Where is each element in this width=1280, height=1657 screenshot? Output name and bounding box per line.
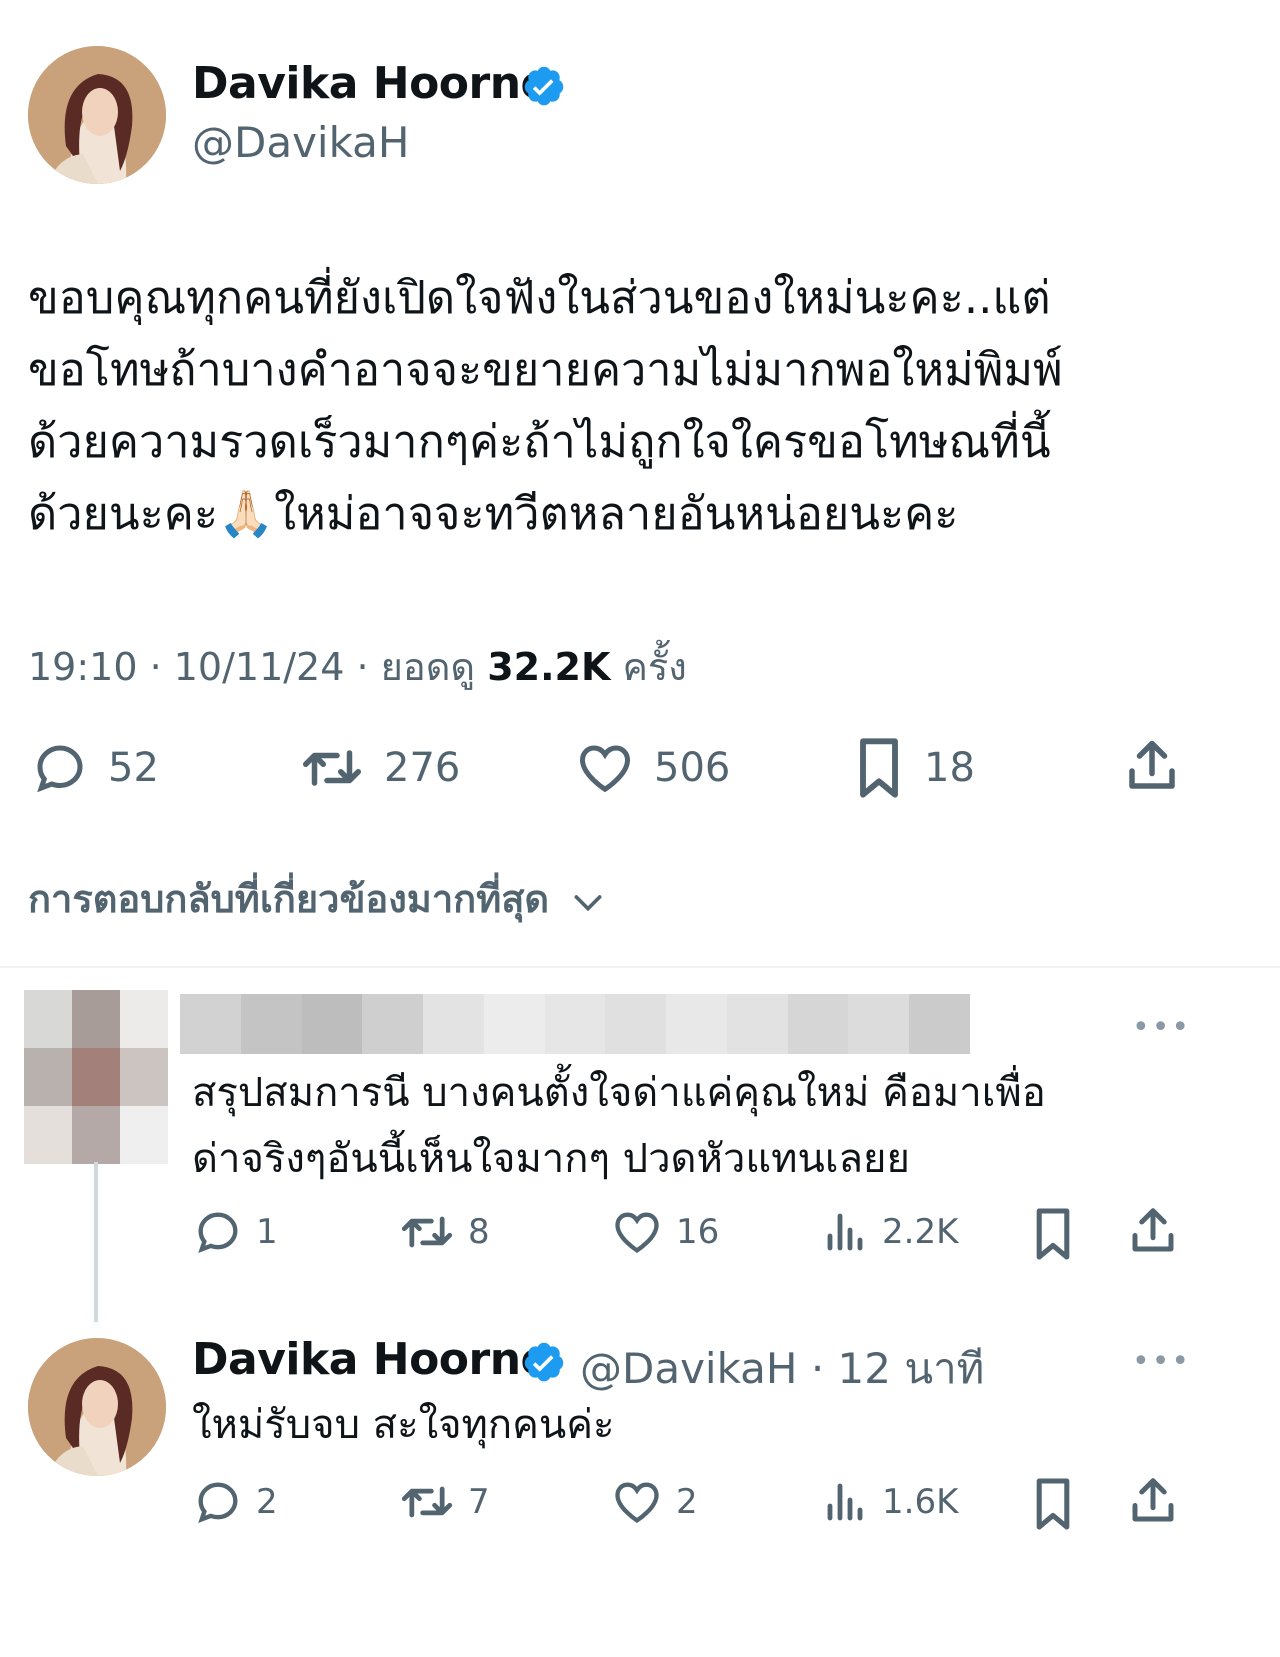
retweet-count: 8 <box>468 1212 490 1252</box>
analytics-icon <box>827 1483 863 1521</box>
more-options-icon[interactable]: ••• <box>1132 1010 1191 1045</box>
reply-sort-dropdown[interactable]: การตอบกลับที่เกี่ยวข้องมากที่สุด <box>28 868 608 929</box>
reply-count: 1 <box>256 1212 278 1252</box>
heart-icon <box>579 745 631 793</box>
bookmark-button[interactable] <box>1030 1476 1076 1532</box>
chevron-down-icon <box>574 894 602 911</box>
reply-text-line: สรุปสมการนี บางคนตั้งใจด่าแค่คุณใหม่ คือ… <box>192 1070 1046 1116</box>
reply-count: 2 <box>256 1482 278 1522</box>
reply-handle-time[interactable]: @DavikaH · 12 นาที <box>580 1336 984 1402</box>
divider <box>0 966 1280 968</box>
bookmark-button[interactable]: 18 <box>852 736 975 800</box>
like-button[interactable]: 506 <box>574 738 730 798</box>
author-handle[interactable]: @DavikaH <box>192 118 410 167</box>
like-count: 16 <box>676 1212 720 1252</box>
bookmark-icon <box>1036 1478 1070 1530</box>
author-avatar[interactable] <box>28 46 166 184</box>
reply-icon <box>37 745 83 793</box>
reply-text-line: ด่าจริงๆอันนี้เห็นใจมากๆ ปวดหัวแทนเลยย <box>192 1136 910 1182</box>
share-icon <box>1132 1478 1174 1522</box>
like-count: 506 <box>654 745 731 791</box>
share-button[interactable] <box>1126 1204 1180 1258</box>
retweet-button[interactable]: 276 <box>298 738 460 798</box>
verified-badge-icon <box>522 64 566 112</box>
heart-icon <box>615 1482 659 1523</box>
retweet-count: 7 <box>468 1482 490 1522</box>
share-icon <box>1132 1208 1174 1252</box>
reply-button[interactable]: 2 <box>192 1476 278 1528</box>
share-icon <box>1129 740 1175 789</box>
retweet-button[interactable]: 7 <box>398 1476 490 1528</box>
view-count: 32.2K <box>487 645 611 689</box>
views-button[interactable]: 2.2K <box>822 1206 958 1258</box>
views-button[interactable]: 1.6K <box>822 1476 958 1528</box>
verified-badge-icon <box>522 1340 566 1388</box>
retweet-icon <box>401 1216 453 1248</box>
reply-sort-label: การตอบกลับที่เกี่ยวข้องมากที่สุด <box>28 877 550 921</box>
like-count: 2 <box>676 1482 698 1522</box>
reply-author-pixelated[interactable] <box>180 994 970 1054</box>
more-options-icon[interactable]: ••• <box>1132 1344 1191 1379</box>
reply-button[interactable]: 1 <box>192 1206 278 1258</box>
tweet-text-line: ด้วยความรวดเร็วมากๆค่ะถ้าไม่ถูกใจใครขอโท… <box>28 415 1051 468</box>
share-button[interactable] <box>1126 1474 1180 1528</box>
view-suffix: ครั้ง <box>610 645 687 689</box>
tweet-text: ขอบคุณทุกคนที่ยังเปิดใจฟังในส่วนของใหม่น… <box>28 262 1258 550</box>
like-button[interactable]: 2 <box>610 1476 698 1528</box>
retweet-icon <box>401 1486 453 1518</box>
bookmark-icon <box>860 738 898 798</box>
tweet-text-line: ขอบคุณทุกคนที่ยังเปิดใจฟังในส่วนของใหม่น… <box>28 271 1051 324</box>
reply-icon <box>198 1482 238 1523</box>
retweet-button[interactable]: 8 <box>398 1206 490 1258</box>
share-button[interactable] <box>1122 736 1182 796</box>
tweet-timestamp[interactable]: 19:10 · 10/11/24 · ยอดดู <box>28 645 487 689</box>
bookmark-button[interactable] <box>1030 1206 1076 1262</box>
reply-text: ใหม่รับจบ สะใจทุกคนค่ะ <box>192 1402 615 1448</box>
reply-button[interactable]: 52 <box>30 738 159 798</box>
author-avatar[interactable] <box>28 1338 166 1476</box>
retweet-icon <box>303 750 361 786</box>
tweet-text-line: ขอโทษถ้าบางคำอาจจะขยายความไม่มากพอใหม่พิ… <box>28 343 1063 396</box>
bookmark-icon <box>1036 1208 1070 1260</box>
reply-count: 52 <box>108 745 159 791</box>
tweet-text-line: ด้วยนะคะ🙏🏻ใหม่อาจจะทวีตหลายอันหน่อยนะคะ <box>28 487 959 540</box>
reply-icon <box>198 1212 238 1253</box>
tweet-meta: 19:10 · 10/11/24 · ยอดดู 32.2K ครั้ง <box>28 636 687 697</box>
heart-icon <box>615 1212 659 1253</box>
retweet-count: 276 <box>384 745 461 791</box>
like-button[interactable]: 16 <box>610 1206 719 1258</box>
bookmark-count: 18 <box>924 745 975 791</box>
view-count: 1.6K <box>882 1482 959 1522</box>
reply-text: สรุปสมการนี บางคนตั้งใจด่าแค่คุณใหม่ คือ… <box>192 1060 1252 1192</box>
author-name[interactable]: Davika Hoorne <box>192 58 550 109</box>
analytics-icon <box>827 1213 863 1251</box>
reply-avatar-pixelated[interactable] <box>24 990 168 1164</box>
reply-author-name[interactable]: Davika Hoorne <box>192 1334 550 1385</box>
thread-line <box>94 1162 98 1322</box>
view-count: 2.2K <box>882 1212 959 1252</box>
